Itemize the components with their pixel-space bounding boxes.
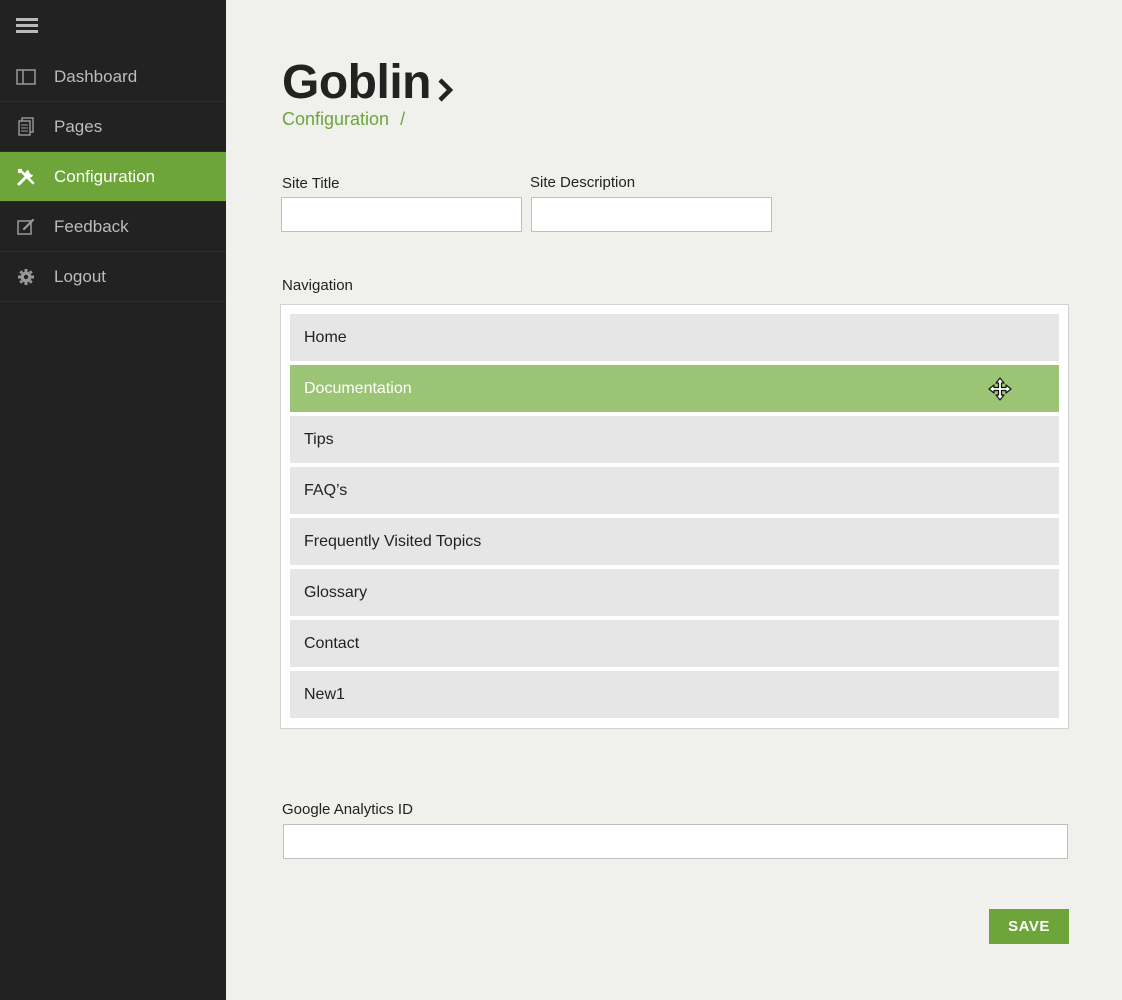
sidebar-item-label: Logout [54, 266, 106, 286]
list-item[interactable]: New1 [290, 671, 1059, 718]
site-description-input[interactable] [531, 197, 772, 232]
list-item[interactable]: Contact [290, 620, 1059, 667]
sidebar-item-configuration[interactable]: Configuration [0, 152, 226, 202]
sidebar: Dashboard Pages Configuration Feedback L… [0, 0, 226, 1000]
sidebar-item-logout[interactable]: Logout [0, 252, 226, 302]
sidebar-item-label: Configuration [54, 166, 156, 186]
site-title-text: Goblin [282, 56, 431, 109]
sidebar-item-pages[interactable]: Pages [0, 102, 226, 152]
sidebar-nav: Dashboard Pages Configuration Feedback L… [0, 52, 226, 302]
list-item[interactable]: Glossary [290, 569, 1059, 616]
analytics-label: Google Analytics ID [282, 801, 413, 818]
sidebar-item-label: Feedback [54, 216, 129, 236]
breadcrumb: Configuration / [282, 109, 405, 130]
breadcrumb-current[interactable]: Configuration [282, 109, 389, 129]
sidebar-item-label: Pages [54, 116, 103, 136]
navigation-label: Navigation [282, 277, 353, 294]
hamburger-icon[interactable] [16, 18, 38, 36]
site-title-label: Site Title [282, 175, 340, 192]
list-item-label: Home [304, 328, 347, 346]
list-item-label: Glossary [304, 583, 368, 601]
list-item[interactable]: Tips [290, 416, 1059, 463]
page-title: Goblin [282, 50, 455, 115]
dashboard-icon [16, 67, 36, 87]
save-button[interactable]: SAVE [989, 909, 1069, 944]
site-title-input[interactable] [281, 197, 522, 232]
gear-icon [16, 267, 36, 287]
sidebar-item-feedback[interactable]: Feedback [0, 202, 226, 252]
list-item-label: FAQ’s [304, 481, 348, 499]
site-description-label: Site Description [530, 174, 636, 191]
analytics-id-input[interactable] [283, 824, 1068, 859]
list-item-label: New1 [304, 685, 345, 703]
edit-icon [16, 217, 36, 237]
tools-icon [16, 167, 36, 187]
list-item-label: Documentation [304, 379, 412, 397]
list-item-dragging[interactable]: Documentation [290, 365, 1059, 412]
app-window: Dashboard Pages Configuration Feedback L… [0, 0, 1122, 1000]
move-cursor-icon[interactable] [988, 376, 1012, 401]
sidebar-item-label: Dashboard [54, 66, 138, 86]
sidebar-item-dashboard[interactable]: Dashboard [0, 52, 226, 102]
list-item-label: Tips [304, 430, 334, 448]
chevron-right-icon[interactable] [437, 60, 455, 115]
list-item[interactable]: Frequently Visited Topics [290, 518, 1059, 565]
navigation-list: Home Documentation Tips FAQ’s Frequently… [280, 304, 1069, 729]
list-item-label: Contact [304, 634, 360, 652]
list-item[interactable]: FAQ’s [290, 467, 1059, 514]
list-item[interactable]: Home [290, 314, 1059, 361]
breadcrumb-separator: / [400, 109, 406, 129]
main-content: Goblin Configuration / Site Title Site D… [226, 0, 1122, 1000]
pages-icon [16, 116, 36, 137]
list-item-label: Frequently Visited Topics [304, 532, 482, 550]
